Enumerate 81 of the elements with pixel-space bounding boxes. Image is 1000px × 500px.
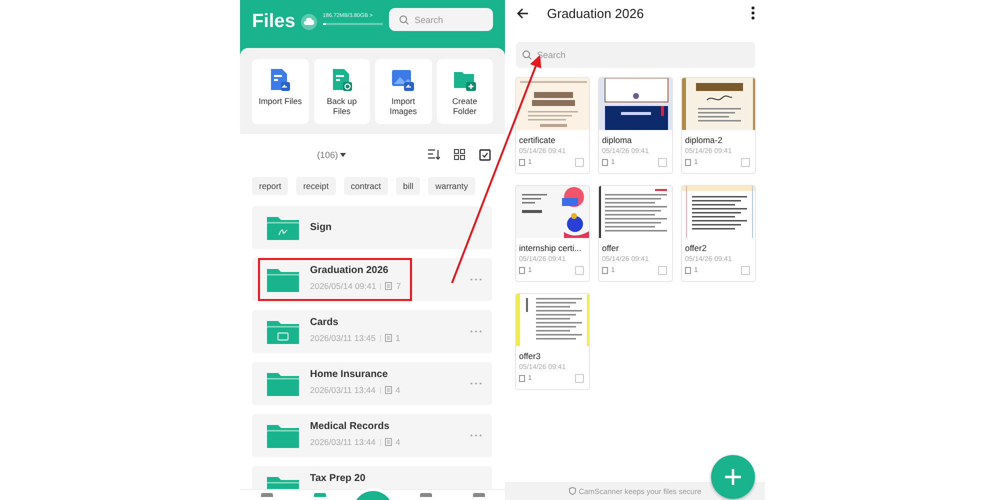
folder-row[interactable]: Medical Records 2026/03/11 13:44 4 <box>252 414 492 457</box>
nav-icon[interactable] <box>420 493 432 497</box>
checkbox[interactable] <box>575 266 584 275</box>
card-folder-icon <box>266 318 300 345</box>
sort-icon[interactable] <box>428 149 440 160</box>
folder-name: Home Insurance <box>310 369 389 380</box>
document-icon <box>384 438 392 446</box>
page-icon <box>519 267 526 274</box>
nav-icon[interactable] <box>472 493 484 497</box>
tag-chip[interactable]: receipt <box>296 177 336 195</box>
action-tile[interactable]: Back up Files <box>314 59 370 124</box>
folder-icon <box>266 266 300 293</box>
file-count: 7 <box>396 281 401 291</box>
document-name: offer2 <box>684 242 708 253</box>
checkbox[interactable] <box>741 266 750 275</box>
file-count: 4 <box>396 385 400 395</box>
folder-name: Sign <box>310 222 332 233</box>
page-icon <box>519 375 526 382</box>
checkbox[interactable] <box>741 158 750 167</box>
file-count: 4 <box>396 437 400 447</box>
folder-row[interactable]: Home Insurance 2026/03/11 13:44 4 <box>252 362 492 405</box>
folder-date: 2026/03/11 13:44 <box>310 385 376 395</box>
document-icon <box>384 334 392 342</box>
add-button[interactable] <box>711 455 755 499</box>
tag-chip[interactable]: report <box>252 177 288 195</box>
signature-folder-icon <box>266 214 300 241</box>
document-name: internship certi... <box>518 242 582 253</box>
plus-icon <box>724 468 742 486</box>
document-name: offer3 <box>518 350 542 361</box>
folder-row[interactable]: Graduation 2026 2026/05/14 09:41 7 <box>252 258 492 301</box>
folder-name: Graduation 2026 <box>310 265 390 276</box>
page-icon <box>685 267 692 274</box>
folder-icon <box>266 370 300 397</box>
folder-date: 2026/05/14 09:41 <box>310 281 376 291</box>
image-icon <box>391 68 416 92</box>
folder-name: Tax Prep 20 <box>310 473 366 484</box>
document-name: diploma-2 <box>684 134 724 145</box>
document-name: offer <box>601 242 620 253</box>
page-icon <box>602 267 609 274</box>
folder-name: Medical Records <box>310 421 390 432</box>
document-count[interactable]: (106) <box>317 150 338 160</box>
tag-chip[interactable]: contract <box>344 177 388 195</box>
document-icon <box>269 68 292 92</box>
checkbox[interactable] <box>575 374 584 383</box>
document-name: diploma <box>601 134 633 145</box>
checkbox[interactable] <box>658 266 667 275</box>
document-icon <box>384 386 392 394</box>
grid-view-icon[interactable] <box>454 149 465 160</box>
select-icon[interactable] <box>479 149 491 161</box>
checkbox[interactable] <box>575 158 584 167</box>
folder-row[interactable]: Cards 2026/03/11 13:45 1 <box>252 310 492 353</box>
cloud-icon[interactable] <box>301 14 317 30</box>
document-name: certificate <box>518 134 556 145</box>
page-title: Files <box>252 11 296 33</box>
folder-icon <box>266 422 300 449</box>
more-icon[interactable] <box>751 6 755 20</box>
nav-icon[interactable] <box>260 493 272 497</box>
document-icon <box>385 282 392 290</box>
tag-chip[interactable]: bill <box>396 177 420 195</box>
tag-chip[interactable]: warranty <box>428 177 475 195</box>
back-icon[interactable] <box>517 8 529 18</box>
folder-row[interactable]: Sign <box>252 206 492 249</box>
page-icon <box>519 159 526 166</box>
folder-title: Graduation 2026 <box>547 6 644 20</box>
action-tile[interactable]: Import Files <box>252 59 308 124</box>
folder-name: Cards <box>310 317 340 328</box>
document-icon <box>330 68 353 92</box>
folder-date: 2026/03/11 13:44 <box>310 437 376 447</box>
folder-date: 2026/03/11 13:45 <box>310 333 376 343</box>
search-icon <box>522 50 532 60</box>
file-count: 1 <box>396 333 400 343</box>
page-icon <box>602 159 609 166</box>
shield-icon <box>568 487 576 495</box>
folder-row[interactable]: Tax Prep 20 <box>252 466 492 489</box>
checkbox[interactable] <box>658 158 667 167</box>
search-icon <box>398 14 409 24</box>
action-tile[interactable]: Create Folder <box>436 59 493 124</box>
caret-icon[interactable] <box>340 153 346 157</box>
nav-icon[interactable] <box>314 493 326 497</box>
action-tile[interactable]: Import Images <box>375 59 432 124</box>
page-icon <box>685 159 692 166</box>
